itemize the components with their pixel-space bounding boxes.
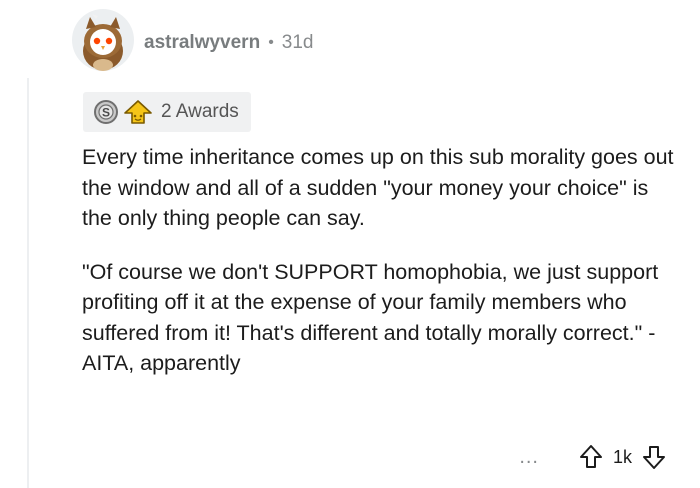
svg-text:S: S bbox=[102, 106, 110, 120]
awards-bar[interactable]: S 2 Awards bbox=[83, 92, 251, 132]
meta-separator: • bbox=[268, 34, 274, 51]
upvote-arrow-icon[interactable] bbox=[579, 444, 603, 470]
user-avatar[interactable] bbox=[72, 9, 134, 71]
more-options-button[interactable]: ... bbox=[519, 446, 539, 469]
awards-count: 2 Awards bbox=[161, 101, 239, 122]
comment-age[interactable]: 31d bbox=[282, 32, 314, 54]
silver-award-icon: S bbox=[94, 100, 118, 124]
author-username[interactable]: astralwyvern bbox=[144, 32, 260, 54]
comment-paragraph: Every time inheritance comes up on this … bbox=[82, 145, 674, 230]
comment-actions: ... 1k bbox=[519, 444, 666, 470]
thread-line[interactable] bbox=[27, 78, 29, 488]
vote-score: 1k bbox=[612, 446, 632, 467]
comment-meta: astralwyvern • 31d bbox=[144, 32, 314, 54]
comment-paragraph: "Of course we don't SUPPORT homophobia, … bbox=[82, 259, 659, 376]
comment-body: Every time inheritance comes up on this … bbox=[82, 142, 682, 379]
downvote-arrow-icon[interactable] bbox=[642, 444, 666, 470]
owl-avatar-icon bbox=[83, 14, 123, 71]
helpful-award-icon bbox=[124, 100, 152, 124]
